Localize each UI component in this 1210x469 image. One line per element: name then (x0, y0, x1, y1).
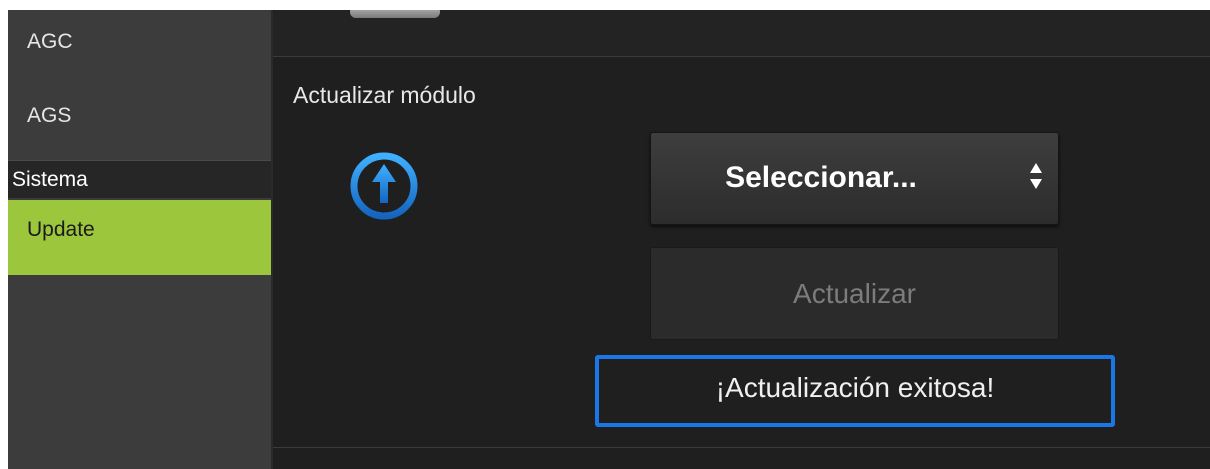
file-select-value: Seleccionar... (725, 161, 917, 194)
main-panel: Actualizar módulo Seleccionar... Actuali… (273, 10, 1210, 469)
status-message-box: ¡Actualización exitosa! (595, 355, 1115, 427)
section-title: Actualizar módulo (293, 82, 476, 108)
sidebar-item-agc[interactable]: AGC (8, 30, 271, 54)
status-message: ¡Actualización exitosa! (715, 372, 995, 403)
upload-arrow-circle-icon (350, 152, 418, 220)
top-band (273, 10, 1210, 57)
update-button[interactable]: Actualizar (650, 247, 1059, 340)
sidebar-item-ags[interactable]: AGS (8, 104, 271, 128)
divider (273, 447, 1210, 448)
sidebar: AGC AGS Sistema Update (8, 10, 273, 469)
scroll-handle[interactable] (350, 10, 440, 18)
sidebar-section-sistema: Sistema (8, 160, 271, 198)
select-updown-arrows-icon (1030, 163, 1042, 189)
file-select[interactable]: Seleccionar... (650, 132, 1059, 225)
update-button-label: Actualizar (793, 278, 916, 309)
app-frame: AGC AGS Sistema Update Actualizar módulo… (8, 10, 1210, 469)
sidebar-item-update[interactable]: Update (8, 200, 271, 275)
